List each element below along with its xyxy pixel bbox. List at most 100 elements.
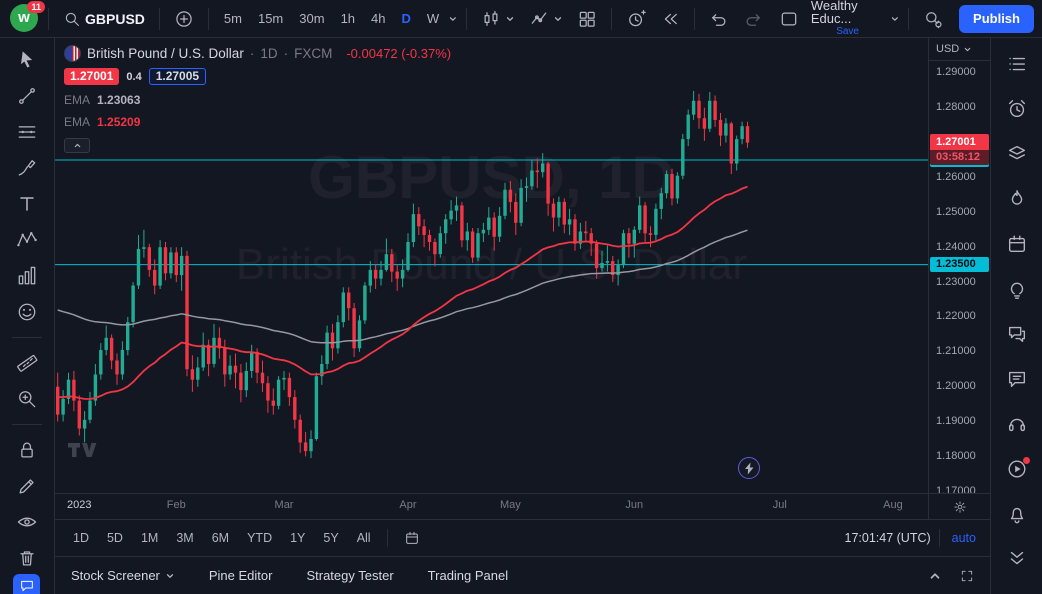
save-layout-label[interactable]: Save: [836, 25, 859, 38]
timezone-clock[interactable]: 17:01:47 (UTC): [845, 531, 931, 545]
lightning-button[interactable]: [738, 457, 760, 479]
legend-interval[interactable]: 1D: [260, 46, 277, 61]
object-tree-button[interactable]: [1002, 140, 1032, 168]
symbol-search-button[interactable]: GBPUSD: [57, 6, 151, 32]
text-tool-button[interactable]: [10, 190, 44, 218]
maximize-panel-icon[interactable]: [960, 569, 974, 583]
watchlist-button[interactable]: [1002, 50, 1032, 78]
indicators-icon: [529, 9, 549, 29]
intervals-caret-icon[interactable]: [448, 13, 458, 25]
edit-tool-button[interactable]: [10, 472, 44, 500]
support-button[interactable]: [1002, 410, 1032, 438]
bar-replay-button[interactable]: [654, 5, 686, 33]
interval-1w[interactable]: W: [420, 7, 446, 30]
private-messages-button[interactable]: [1002, 365, 1032, 393]
hotlists-button[interactable]: [1002, 185, 1032, 213]
zoom-tool-button[interactable]: [10, 385, 44, 413]
account-menu-button[interactable]: w 11: [10, 4, 40, 34]
chats-icon: [1006, 323, 1028, 345]
tradingview-logo[interactable]: [67, 440, 101, 463]
interval-30m[interactable]: 30m: [292, 7, 331, 30]
chart-style-button[interactable]: [475, 5, 521, 33]
range-1m[interactable]: 1M: [133, 527, 166, 549]
support-chat-button[interactable]: [13, 574, 40, 594]
compare-add-button[interactable]: [168, 5, 200, 33]
calendar-button[interactable]: [1002, 230, 1032, 258]
level-price-badge: 1.23500: [930, 257, 989, 272]
streams-button[interactable]: [1002, 455, 1032, 483]
legend-exchange[interactable]: FXCM: [294, 46, 332, 61]
range-6m[interactable]: 6M: [204, 527, 237, 549]
brush-tool-button[interactable]: [10, 154, 44, 182]
symbol-legend-row[interactable]: British Pound / U.S. Dollar · 1D · FXCM …: [64, 45, 451, 62]
publish-button[interactable]: Publish: [959, 5, 1034, 33]
redo-button[interactable]: [737, 5, 769, 33]
alerts-button[interactable]: [1002, 95, 1032, 123]
live-badge: [1023, 457, 1030, 464]
collapse-legend-button[interactable]: [64, 138, 90, 153]
price-tick: 1.19000: [936, 415, 976, 427]
quick-search-button[interactable]: [917, 5, 949, 33]
tab-pine-editor[interactable]: Pine Editor: [209, 568, 273, 583]
bar-countdown: 03:58:12: [930, 150, 989, 165]
lock-drawings-button[interactable]: [10, 436, 44, 464]
layout-caret-icon[interactable]: [890, 13, 900, 25]
indicator-value: 1.25209: [97, 115, 140, 129]
legend-separator: ·: [284, 46, 289, 61]
range-3m[interactable]: 3M: [168, 527, 201, 549]
time-axis[interactable]: 2023FebMarAprMayJunJulAug: [55, 493, 928, 519]
range-5y[interactable]: 5Y: [315, 527, 346, 549]
fib-tool-button[interactable]: [10, 118, 44, 146]
public-chats-button[interactable]: [1002, 320, 1032, 348]
more-panels-button[interactable]: [1002, 545, 1032, 573]
tab-trading-panel[interactable]: Trading Panel: [428, 568, 508, 583]
symbol-title[interactable]: British Pound / U.S. Dollar: [87, 46, 244, 61]
interval-4h[interactable]: 4h: [364, 7, 392, 30]
interval-1h[interactable]: 1h: [334, 7, 362, 30]
undo-button[interactable]: [703, 5, 735, 33]
expand-panel-chevron-icon[interactable]: [928, 569, 942, 583]
price-tick: 1.17000: [936, 485, 976, 493]
auto-scale-button[interactable]: auto: [948, 531, 980, 545]
remove-drawings-button[interactable]: [10, 544, 44, 572]
create-alert-button[interactable]: [620, 5, 652, 33]
eye-icon: [15, 510, 39, 534]
interval-1d[interactable]: D: [395, 7, 418, 30]
indicator-row[interactable]: EMA 1.23063: [64, 93, 451, 107]
right-sidebar: [990, 38, 1042, 594]
indicators-button[interactable]: [523, 5, 569, 33]
forecast-bars-icon: [15, 264, 39, 288]
range-1d[interactable]: 1D: [65, 527, 97, 549]
tab-stock-screener[interactable]: Stock Screener: [71, 568, 175, 583]
range-5d[interactable]: 5D: [99, 527, 131, 549]
range-all[interactable]: All: [349, 527, 379, 549]
pattern-tool-button[interactable]: [10, 226, 44, 254]
tab-strategy-tester[interactable]: Strategy Tester: [306, 568, 393, 583]
search-settings-icon: [923, 9, 943, 29]
range-ytd[interactable]: YTD: [239, 527, 280, 549]
axis-settings-corner[interactable]: [928, 493, 990, 519]
layout-select-button[interactable]: [773, 5, 805, 33]
range-1y[interactable]: 1Y: [282, 527, 313, 549]
emoji-tool-button[interactable]: [10, 298, 44, 326]
hide-drawings-button[interactable]: [10, 508, 44, 536]
saved-layout-button[interactable]: Wealthy Educ... Save: [807, 0, 888, 38]
ideas-button[interactable]: [1002, 275, 1032, 303]
trend-line-tool-button[interactable]: [10, 82, 44, 110]
bid-price-badge: 1.27001: [64, 68, 119, 85]
go-to-date-button[interactable]: [396, 526, 428, 550]
divider: [208, 8, 209, 30]
indicator-name: EMA: [64, 115, 90, 129]
axis-currency-button[interactable]: USD: [929, 38, 990, 61]
price-axis[interactable]: USD 1.27001 03:58:12 1.26500 1.23500 1.1…: [928, 38, 990, 493]
forecast-tool-button[interactable]: [10, 262, 44, 290]
indicator-row[interactable]: EMA 1.25209: [64, 115, 451, 129]
layout-grid-button[interactable]: [571, 5, 603, 33]
interval-5m[interactable]: 5m: [217, 7, 249, 30]
measure-tool-button[interactable]: [10, 349, 44, 377]
divider: [12, 424, 42, 425]
spread-value: 0.4: [126, 71, 141, 83]
cursor-tool-button[interactable]: [10, 46, 44, 74]
notifications-button[interactable]: [1002, 500, 1032, 528]
interval-15m[interactable]: 15m: [251, 7, 290, 30]
